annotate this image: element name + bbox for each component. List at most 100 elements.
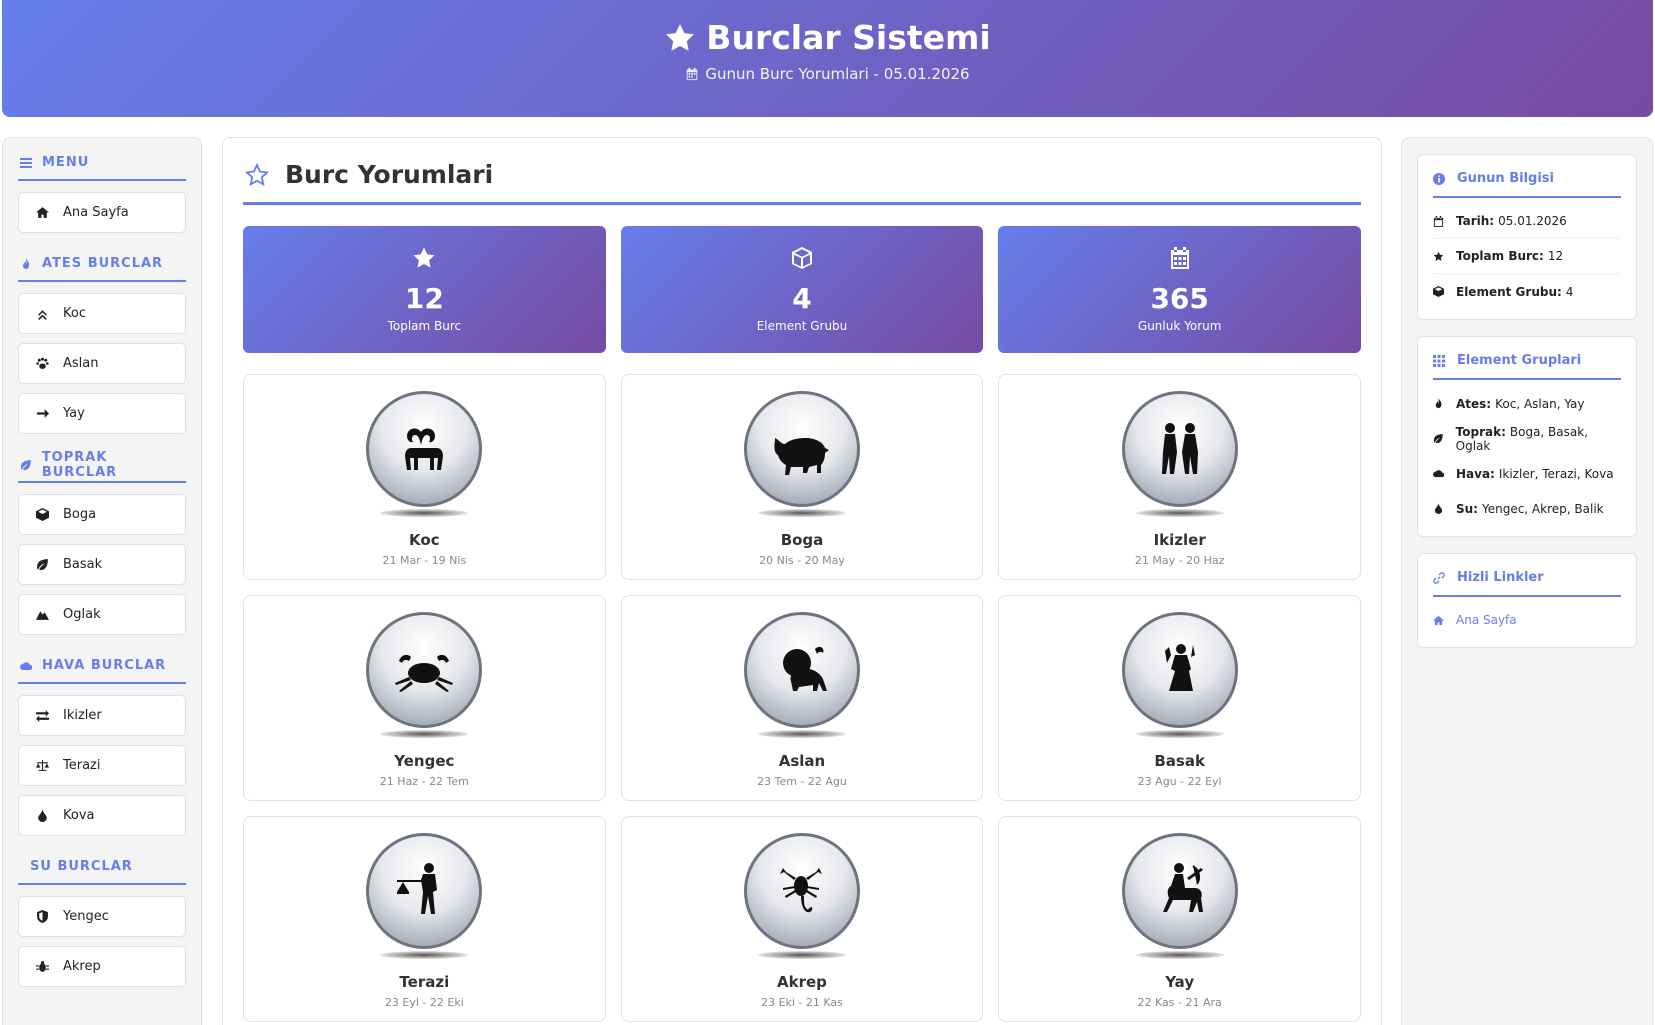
- sign-card-aslan[interactable]: Aslan 23 Tem - 22 Agu: [620, 595, 984, 801]
- sign-dates: 23 Tem - 22 Agu: [757, 775, 847, 788]
- fire-section-title: ATES BURCLAR: [18, 255, 186, 282]
- link-icon: [1433, 571, 1445, 584]
- libra-icon: [397, 863, 438, 914]
- sign-card-ikizler[interactable]: Ikizler 21 May - 20 Haz: [998, 374, 1361, 580]
- sign-dates: 23 Eyl - 22 Eki: [384, 996, 464, 1009]
- fire-icon: [23, 257, 30, 269]
- stat-label: Toplam Burc: [387, 319, 462, 333]
- arrow-right-icon: [37, 409, 49, 418]
- element-row-fire: Ates: Koc, Aslan, Yay: [1433, 386, 1621, 421]
- sidebar-item-oglak[interactable]: Oglak: [18, 594, 186, 635]
- sign-emblem: [1121, 391, 1238, 519]
- sign-dates: 23 Eki - 21 Kas: [761, 996, 843, 1009]
- sign-emblem: [366, 391, 483, 519]
- sign-grid: Koc 21 Mar - 19 Nis Boga 20 Nis - 20 May…: [243, 374, 1361, 1022]
- sign-emblem: [1121, 833, 1238, 961]
- right-sidebar: Gunun Bilgisi Tarih: 05.01.2026 Toplam Bu…: [1401, 137, 1653, 1025]
- sign-name: Yengec: [394, 752, 455, 770]
- sign-dates: 23 Agu - 22 Eyl: [1137, 775, 1222, 788]
- cloud-icon: [20, 661, 32, 670]
- left-sidebar: MENU Ana Sayfa ATES BURCLAR Koc Aslan Ya…: [2, 137, 202, 1025]
- app-title-text: Burclar Sistemi: [706, 18, 991, 57]
- app-subtitle-text: Gunun Burc Yorumlari - 05.01.2026: [705, 65, 970, 83]
- elements-box-title: Element Gruplari: [1433, 353, 1621, 380]
- elements-box: Element Gruplari Ates: Koc, Aslan, Yay To…: [1417, 336, 1637, 537]
- sign-emblem: [743, 833, 860, 961]
- sidebar-item-terazi[interactable]: Terazi: [18, 745, 186, 786]
- menu-section-title: MENU: [18, 154, 186, 181]
- calendar-icon: [1170, 247, 1189, 269]
- sidebar-item-yengec[interactable]: Yengec: [18, 896, 186, 937]
- sign-dates: 22 Kas - 21 Ara: [1137, 996, 1222, 1009]
- sign-card-boga[interactable]: Boga 20 Nis - 20 May: [620, 374, 984, 580]
- home-icon: [1433, 615, 1444, 625]
- sign-emblem: [366, 612, 483, 740]
- info-row-total: Toplam Burc: 12: [1433, 239, 1621, 274]
- stats-row: 12 Toplam Burc 4 Element Grubu 365 Gunlu…: [243, 226, 1362, 353]
- exchange-icon: [36, 710, 49, 722]
- sign-name: Koc: [409, 531, 440, 549]
- sign-name: Terazi: [399, 973, 450, 991]
- element-row-air: Hava: Ikizler, Terazi, Kova: [1433, 456, 1621, 491]
- quick-link-home[interactable]: Ana Sayfa: [1433, 603, 1621, 637]
- taurus-icon: [774, 438, 829, 475]
- sidebar-item-kova[interactable]: Kova: [18, 795, 186, 836]
- star-icon: [413, 247, 435, 268]
- sign-card-koc[interactable]: Koc 21 Mar - 19 Nis: [243, 374, 606, 580]
- info-circle-icon: [1433, 172, 1445, 185]
- balance-scale-icon: [36, 760, 49, 771]
- app-title: Burclar Sistemi: [2, 18, 1653, 57]
- sign-card-terazi[interactable]: Terazi 23 Eyl - 22 Eki: [243, 816, 606, 1022]
- sidebar-item-ikizler[interactable]: Ikizler: [18, 695, 186, 736]
- links-box-title: Hizli Linkler: [1433, 570, 1621, 597]
- sidebar-item-basak[interactable]: Basak: [18, 544, 186, 585]
- sign-name: Akrep: [777, 973, 827, 991]
- tint-icon: [1434, 503, 1443, 514]
- mountain-icon: [36, 611, 49, 620]
- sign-dates: 21 May - 20 Haz: [1134, 554, 1225, 567]
- leaf-icon: [20, 459, 31, 470]
- leaf-icon: [37, 559, 48, 571]
- stat-label: Element Grubu: [756, 319, 848, 333]
- virgo-icon: [1164, 644, 1195, 691]
- info-box: Gunun Bilgisi Tarih: 05.01.2026 Toplam Bu…: [1417, 154, 1637, 320]
- cube-icon: [36, 508, 49, 521]
- sign-emblem: [743, 391, 860, 519]
- stat-card-elements: 4 Element Grubu: [620, 226, 984, 353]
- star-icon: [666, 23, 695, 51]
- stat-label: Gunluk Yorum: [1137, 319, 1222, 333]
- cancer-icon: [395, 654, 454, 692]
- bars-icon: [20, 157, 32, 168]
- angle-double-up-icon: [38, 310, 47, 320]
- sign-emblem: [1121, 612, 1238, 740]
- sign-name: Yay: [1165, 973, 1195, 991]
- sign-name: Aslan: [778, 752, 826, 770]
- sign-card-yengec[interactable]: Yengec 21 Haz - 22 Tem: [243, 595, 606, 801]
- sidebar-item-akrep[interactable]: Akrep: [18, 946, 186, 987]
- home-icon: [36, 207, 49, 218]
- star-outline-icon: [245, 162, 269, 186]
- sidebar-item-yay[interactable]: Yay: [18, 393, 186, 434]
- leaf-icon: [1433, 434, 1443, 444]
- sign-card-basak[interactable]: Basak 23 Agu - 22 Eyl: [998, 595, 1361, 801]
- gemini-icon: [1161, 423, 1198, 474]
- info-box-title: Gunun Bilgisi: [1433, 171, 1621, 198]
- earth-section-title: TOPRAK BURCLAR: [18, 450, 186, 483]
- sign-card-akrep[interactable]: Akrep 23 Eki - 21 Kas: [620, 816, 984, 1022]
- shield-icon: [37, 910, 48, 923]
- calendar-icon: [687, 67, 698, 81]
- cloud-icon: [1433, 470, 1444, 478]
- sagittarius-icon: [1162, 863, 1203, 912]
- stat-card-daily: 365 Gunluk Yorum: [998, 226, 1362, 353]
- leo-icon: [782, 646, 827, 691]
- sidebar-item-koc[interactable]: Koc: [18, 293, 186, 334]
- stat-value: 12: [404, 282, 444, 315]
- th-icon: [1433, 354, 1445, 367]
- sign-dates: 21 Haz - 22 Tem: [379, 775, 469, 788]
- stat-value: 4: [792, 282, 812, 315]
- sidebar-item-boga[interactable]: Boga: [18, 494, 186, 535]
- sidebar-item-home[interactable]: Ana Sayfa: [18, 192, 186, 233]
- sign-name: Ikizler: [1153, 531, 1206, 549]
- sign-card-yay[interactable]: Yay 22 Kas - 21 Ara: [998, 816, 1361, 1022]
- sidebar-item-aslan[interactable]: Aslan: [18, 343, 186, 384]
